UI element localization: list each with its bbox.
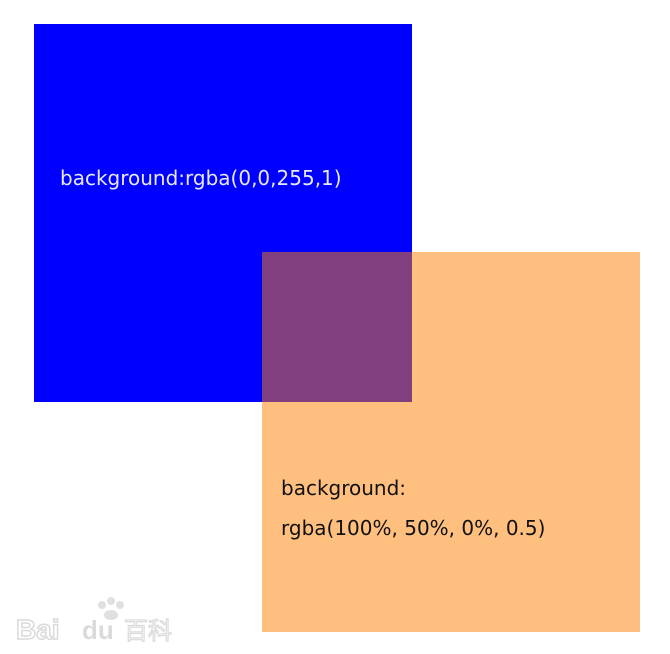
- canvas: background:rgba(0,0,255,1) background: r…: [0, 0, 670, 654]
- baidu-watermark-logo: Bai du 百科: [15, 597, 173, 645]
- orange-square-label-line2: rgba(100%, 50%, 0%, 0.5): [281, 516, 546, 540]
- blue-square-label: background:rgba(0,0,255,1): [60, 166, 342, 190]
- orange-square-label: background: rgba(100%, 50%, 0%, 0.5): [281, 468, 545, 548]
- svg-text:百科: 百科: [124, 617, 172, 645]
- svg-text:Bai: Bai: [16, 614, 60, 645]
- orange-square: background: rgba(100%, 50%, 0%, 0.5): [262, 252, 640, 632]
- svg-text:du: du: [82, 615, 114, 645]
- orange-square-label-line1: background:: [281, 476, 407, 500]
